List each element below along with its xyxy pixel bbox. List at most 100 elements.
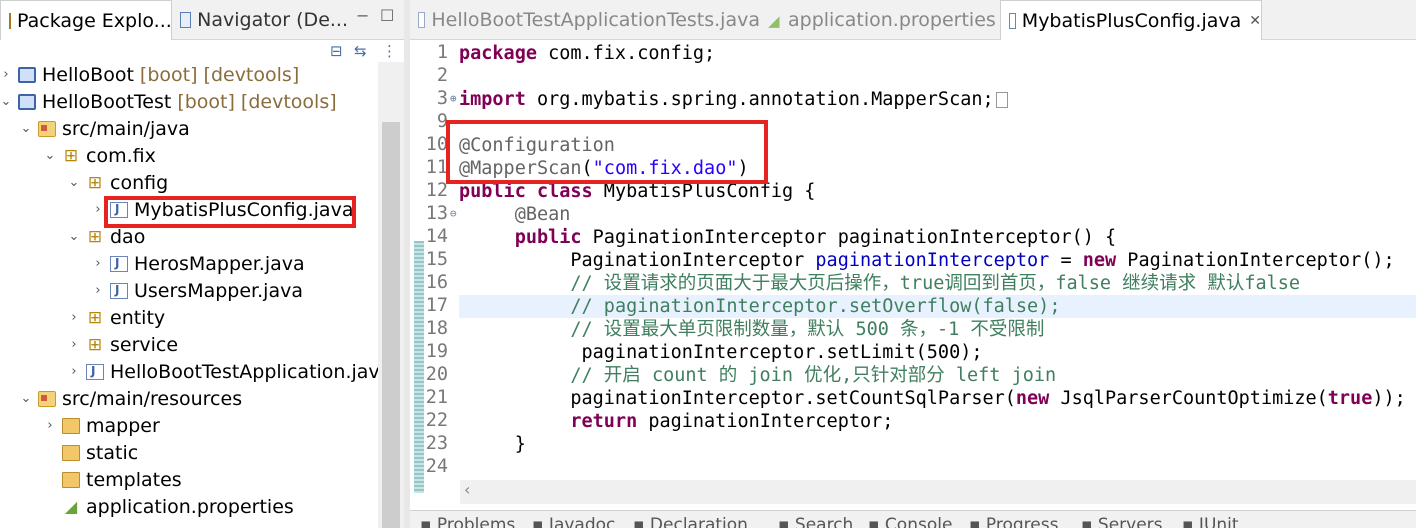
tree-item[interactable]: › HelloBoot [boot] [devtools] <box>0 62 299 88</box>
tree-item[interactable]: › ⊞ service <box>68 331 178 358</box>
explorer-toolbar: ⊟ ⇆ ⋮ <box>304 40 404 62</box>
collapsed-chevron-icon[interactable]: › <box>44 418 56 433</box>
tree-item[interactable]: ⌄ HelloBootTest [boot] [devtools] <box>0 88 337 115</box>
tree-item[interactable]: › ⊞ entity <box>68 304 165 331</box>
tree-item-label: HerosMapper.java <box>134 252 305 275</box>
maximize-button[interactable]: ☐ <box>380 6 394 25</box>
tree-item[interactable]: ⌄ src/main/java <box>20 115 190 142</box>
code-line[interactable]: public PaginationInterceptor paginationI… <box>459 226 1116 249</box>
collapsed-chevron-icon[interactable]: › <box>68 364 80 379</box>
code-line[interactable]: package com.fix.config; <box>459 42 715 65</box>
close-icon[interactable]: ✕ <box>1249 13 1261 29</box>
code-line[interactable]: @Bean <box>459 203 571 226</box>
link-editor-icon[interactable]: ⇆ <box>354 42 367 60</box>
scrollbar-thumb[interactable] <box>382 122 400 528</box>
code-line[interactable]: // 设置请求的页面大于最大页后操作，true调回到首页，false 继续请求 … <box>459 272 1300 295</box>
collapse-all-icon[interactable]: ⊟ <box>330 42 343 60</box>
tab-label: Navigator (De... <box>197 9 348 31</box>
code-line[interactable]: import org.mybatis.spring.annotation.Map… <box>459 88 1008 111</box>
project-icon <box>18 66 36 83</box>
code-line[interactable]: PaginationInterceptor paginationIntercep… <box>459 249 1394 272</box>
collapsed-chevron-icon[interactable]: › <box>92 283 104 298</box>
tree-item[interactable]: ⌄ ⊞ config <box>68 169 169 196</box>
package-icon: ⊞ <box>87 334 103 355</box>
tree-item[interactable]: › HelloBootTestApplication.java <box>68 358 378 385</box>
line-number: 19 <box>425 341 448 362</box>
tree-item[interactable]: templates <box>44 466 182 493</box>
editor-pane: HelloBootTestApplicationTests.java ◢ app… <box>410 0 1416 528</box>
expanded-chevron-icon[interactable]: ⌄ <box>68 229 80 244</box>
view-tab-junit[interactable]: ▪ JUnit <box>1182 515 1239 528</box>
view-tab-progress[interactable]: ▪ Progress <box>969 515 1058 528</box>
code-line[interactable]: // 开启 count 的 join 优化,只针对部分 left join <box>459 364 1056 387</box>
expanded-chevron-icon[interactable]: ⌄ <box>44 148 56 163</box>
tab-mybatisplusconfig[interactable]: MybatisPlusConfig.java ✕ <box>1000 0 1262 40</box>
tree-item-label: UsersMapper.java <box>134 279 303 302</box>
tree-item[interactable]: › HerosMapper.java <box>92 250 305 277</box>
tree-item[interactable]: ◢ application.properties <box>44 493 294 520</box>
tree-item[interactable]: › MybatisPlusConfig.java <box>92 196 353 223</box>
tab-navigator[interactable]: Navigator (De... <box>172 0 348 40</box>
line-number: 15 <box>425 249 448 270</box>
expand-fold-icon[interactable]: ⊕ <box>450 92 457 105</box>
code-line[interactable]: // paginationInterceptor.setOverflow(fal… <box>459 295 1060 318</box>
tree-item-label: service <box>110 333 179 356</box>
expanded-chevron-icon[interactable]: ⌄ <box>20 121 32 136</box>
tree-item[interactable]: ⌄ ⊞ com.fix <box>44 142 156 169</box>
view-tab-problems[interactable]: ▪ Problems <box>420 515 515 528</box>
view-tab-search[interactable]: ▪ Search <box>778 515 853 528</box>
java-interface-icon <box>110 255 128 272</box>
code-line[interactable]: } <box>459 433 526 456</box>
project-icon <box>18 93 36 110</box>
view-tab-console[interactable]: ▪ Console <box>868 515 952 528</box>
code-line[interactable]: @Configuration <box>459 134 615 157</box>
code-line[interactable]: public class MybatisPlusConfig { <box>459 180 815 203</box>
tab-application-properties[interactable]: ◢ application.properties <box>760 0 1000 40</box>
collapsed-chevron-icon[interactable]: › <box>68 337 80 352</box>
line-number: 23 <box>425 433 448 454</box>
collapse-fold-icon[interactable]: ⊖ <box>450 207 457 220</box>
scroll-left-icon[interactable]: ‹ <box>464 480 470 499</box>
tree-item[interactable]: static <box>44 439 138 466</box>
java-file-icon <box>110 201 128 218</box>
tab-label: Package Explo... <box>17 9 172 32</box>
code-line[interactable]: paginationInterceptor.setCountSqlParser(… <box>459 387 1405 410</box>
tree-item[interactable]: › UsersMapper.java <box>92 277 303 304</box>
package-explorer-icon <box>9 12 11 29</box>
collapsed-chevron-icon[interactable]: › <box>92 202 104 217</box>
view-tab-declaration[interactable]: ▪ Declaration <box>633 515 748 528</box>
expanded-chevron-icon[interactable]: ⌄ <box>20 391 32 406</box>
expanded-chevron-icon[interactable]: ⌄ <box>68 175 80 190</box>
editor-tabbar: HelloBootTestApplicationTests.java ◢ app… <box>410 0 1416 40</box>
view-tab-javadoc[interactable]: ▪ Javadoc <box>532 515 615 528</box>
tab-package-explorer[interactable]: Package Explo... ✕ <box>0 0 192 40</box>
view-tab-servers[interactable]: ▪ Servers <box>1081 515 1163 528</box>
folder-icon <box>62 471 80 488</box>
java-interface-icon <box>110 282 128 299</box>
horizontal-scrollbar[interactable]: ‹ <box>460 480 1416 504</box>
code-line[interactable]: return paginationInterceptor; <box>459 410 893 433</box>
tree-item[interactable]: › mapper <box>44 412 159 439</box>
collapsed-chevron-icon[interactable]: › <box>0 67 12 82</box>
vertical-scrollbar[interactable] <box>378 62 404 528</box>
code-line[interactable]: // 设置最大单页限制数量，默认 500 条，-1 不受限制 <box>459 318 1044 341</box>
expanded-chevron-icon[interactable]: ⌄ <box>0 94 12 109</box>
minimize-button[interactable]: − <box>356 6 369 25</box>
line-number: 12 <box>425 180 448 201</box>
collapsed-chevron-icon[interactable]: › <box>92 256 104 271</box>
collapsed-chevron-icon[interactable]: › <box>68 310 80 325</box>
tab-hellobootapplicationtests[interactable]: HelloBootTestApplicationTests.java <box>410 0 760 40</box>
tree-item-label: HelloBootTest <box>42 90 172 113</box>
line-number: 17 <box>425 295 448 316</box>
view-menu-icon[interactable]: ⋮ <box>382 42 397 60</box>
code-line[interactable]: paginationInterceptor.setLimit(500); <box>459 341 983 364</box>
left-tabbar: Package Explo... ✕ Navigator (De... − ☐ <box>0 0 404 40</box>
tab-label: MybatisPlusConfig.java <box>1021 9 1242 32</box>
tree-item[interactable]: ⌄ ⊞ dao <box>68 223 146 250</box>
package-explorer-pane: Package Explo... ✕ Navigator (De... − ☐ … <box>0 0 404 528</box>
tree-item[interactable]: ⌄ src/main/resources <box>20 385 243 412</box>
code-line[interactable]: @MapperScan("com.fix.dao") <box>459 157 749 180</box>
navigator-icon <box>180 12 192 28</box>
code-editor[interactable]: 1 package com.fix.config; 2 3 ⊕ import org.my… <box>410 40 1416 493</box>
line-number: 14 <box>425 226 448 247</box>
